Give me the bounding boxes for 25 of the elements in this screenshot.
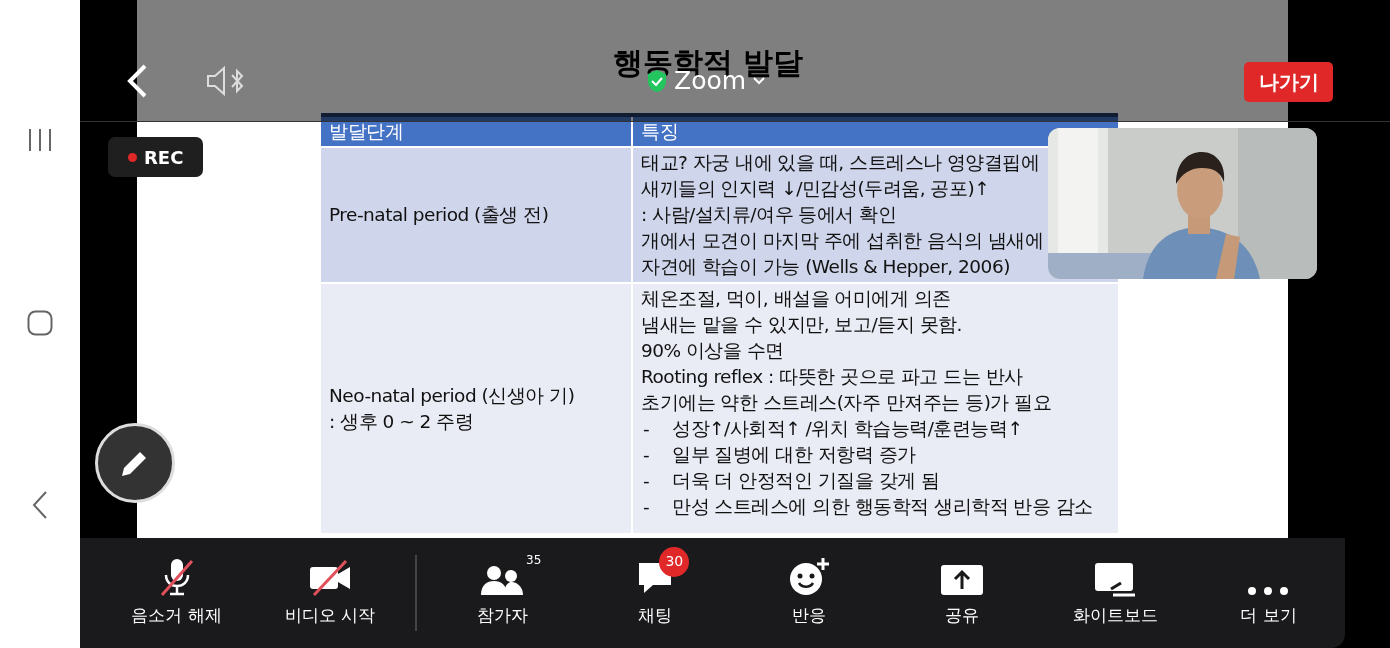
more-button[interactable]: 더 보기 <box>1191 548 1345 638</box>
more-icon <box>1246 584 1291 597</box>
participant-count: 35 <box>526 551 542 569</box>
share-icon <box>939 562 984 597</box>
leave-button[interactable]: 나가기 <box>1244 62 1333 102</box>
toolbar-button[interactable]: 반응 <box>732 548 886 638</box>
home-icon[interactable] <box>27 310 53 336</box>
unread-count-badge: 30 <box>659 546 690 577</box>
recording-label: REC <box>144 145 184 170</box>
back-chevron-icon[interactable] <box>126 64 148 98</box>
table-cell-text: Neo-natal period (신생아 기) : 생후 0 ~ 2 주령 <box>329 383 575 434</box>
toolbar-button[interactable]: 35 참가자 <box>425 548 579 638</box>
toolbar-button[interactable]: 음소거 해제 <box>100 548 254 638</box>
toolbar-button[interactable]: 30 채팅 <box>578 548 732 638</box>
toolbar-button[interactable]: 화이트보드 <box>1038 548 1192 638</box>
recent-apps-icon[interactable] <box>27 128 53 152</box>
bluetooth-speaker-icon[interactable] <box>206 66 246 96</box>
column-header: 특징 <box>632 115 1118 147</box>
table-cell-text: 태교? 자궁 내에 있을 때, 스트레스나 영양결핍에 새끼들의 인지력 ↓/민감성(두려움, 공포)↑ : 사람/설치류/여우 등에서 확인 개에서 모견이 마지막 주에 섭취한 음식의 냄새에 자견에 학습이 가능 (Wells & Hepper, 2006) <box>641 151 1044 279</box>
toolbar-button[interactable]: 비디오 시작 <box>253 548 407 638</box>
table-cell-text: 체온조절, 먹이, 배설을 어미에게 의존 냄새는 맡을 수 있지만, 보고/듣지 못함. 90% 이상을 수면 Rooting reflex : 따뜻한 곳으로 파고 드는 반사 초기에는 약한 스트레스(자주 만져주는 등)가 필요 - 성장↑/사회적↑ /위치 학습능력/훈련능력↑ - 일부 질병에 대한 저항력 증가 - 더욱 더 안정적인 기질을 갖게 됨 - 만성 스트레스에 의한 행동학적 생리학적 반응 감소 <box>641 287 1093 519</box>
toolbar-button[interactable]: 공유 <box>885 548 1039 638</box>
back-icon[interactable] <box>32 491 48 519</box>
table-cell-text: Pre-natal period (출생 전) <box>329 203 549 227</box>
whiteboard-icon <box>1093 560 1138 597</box>
